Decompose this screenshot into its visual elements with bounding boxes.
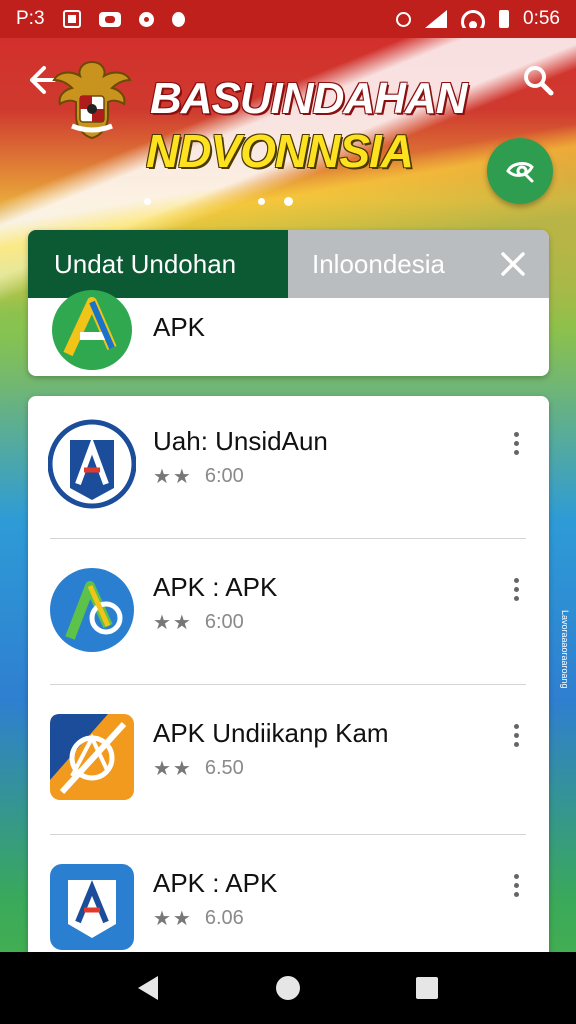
garuda-emblem-logo bbox=[52, 56, 132, 140]
app-icon bbox=[48, 860, 136, 952]
list-item[interactable]: Uah: UnsidAun ★★ 6:00 bbox=[28, 396, 549, 542]
cast-notification-icon bbox=[98, 11, 121, 27]
side-caption: Lavoraaaoraaroang bbox=[560, 610, 570, 689]
nav-recents-icon[interactable] bbox=[416, 977, 438, 999]
pinned-app-label: APK bbox=[153, 312, 206, 342]
alarm-icon bbox=[396, 11, 412, 27]
app-title: APK : APK bbox=[153, 572, 278, 602]
divider bbox=[50, 538, 526, 539]
app-icon bbox=[48, 710, 136, 802]
app-title: Uah: UnsidAun bbox=[153, 426, 328, 456]
app-value: 6:00 bbox=[204, 465, 244, 487]
search-icon[interactable] bbox=[520, 62, 556, 98]
app-title: APK Undiikanp Kam bbox=[153, 718, 389, 748]
close-icon[interactable] bbox=[497, 248, 529, 280]
apk-app-icon[interactable] bbox=[50, 288, 134, 372]
list-item[interactable]: APK : APK ★★ 6.06 bbox=[28, 838, 549, 956]
app-meta: ★★ 6.06 bbox=[153, 906, 244, 931]
wifi-icon bbox=[461, 10, 486, 28]
status-left-text: P:3 bbox=[16, 8, 45, 29]
nav-home-icon[interactable] bbox=[276, 976, 300, 1000]
tabs-card: Undat Undohan Inloondesia APK bbox=[28, 230, 549, 376]
app-value: 6.50 bbox=[204, 757, 244, 779]
app-meta: ★★ 6:00 bbox=[153, 464, 244, 489]
app-value: 6:00 bbox=[204, 611, 244, 633]
nav-back-icon[interactable] bbox=[138, 976, 158, 1000]
divider bbox=[50, 834, 526, 835]
list-item[interactable]: APK Undiikanp Kam ★★ 6.50 bbox=[28, 688, 549, 834]
carousel-dot[interactable] bbox=[258, 198, 265, 205]
rating-stars: ★★ bbox=[153, 466, 193, 488]
cell-signal-icon bbox=[425, 10, 448, 28]
divider bbox=[50, 684, 526, 685]
app-icon bbox=[47, 418, 137, 510]
battery-icon bbox=[499, 10, 510, 28]
app-icon bbox=[48, 564, 136, 656]
list-item[interactable]: APK : APK ★★ 6:00 bbox=[28, 542, 549, 688]
banner-title-line2: NDVONNSIA bbox=[146, 125, 414, 177]
more-vert-icon[interactable] bbox=[506, 872, 526, 900]
rating-stars: ★★ bbox=[153, 612, 193, 634]
banner-title-line1: BASUINDAHAN bbox=[150, 74, 468, 123]
app-value: 6.06 bbox=[204, 907, 244, 929]
carousel-dot[interactable] bbox=[144, 198, 151, 205]
status-time: 0:56 bbox=[523, 8, 560, 29]
drop-notification-icon bbox=[171, 11, 185, 27]
app-meta: ★★ 6.50 bbox=[153, 756, 244, 781]
app-meta: ★★ 6:00 bbox=[153, 610, 244, 635]
share-search-icon bbox=[506, 162, 534, 183]
fab-button[interactable] bbox=[487, 138, 553, 204]
app-list: Uah: UnsidAun ★★ 6:00 APK : APK ★★ 6:00 bbox=[28, 396, 549, 956]
more-vert-icon[interactable] bbox=[506, 722, 526, 750]
rating-stars: ★★ bbox=[153, 758, 193, 780]
more-vert-icon[interactable] bbox=[506, 430, 526, 458]
app-title: APK : APK bbox=[153, 868, 278, 898]
more-vert-icon[interactable] bbox=[506, 576, 526, 604]
rating-stars: ★★ bbox=[153, 908, 193, 930]
record-notification-icon bbox=[138, 11, 154, 27]
status-bar: P:3 0:56 bbox=[0, 0, 576, 38]
carousel-dot-active[interactable] bbox=[284, 197, 293, 206]
image-notification-icon bbox=[62, 10, 81, 28]
